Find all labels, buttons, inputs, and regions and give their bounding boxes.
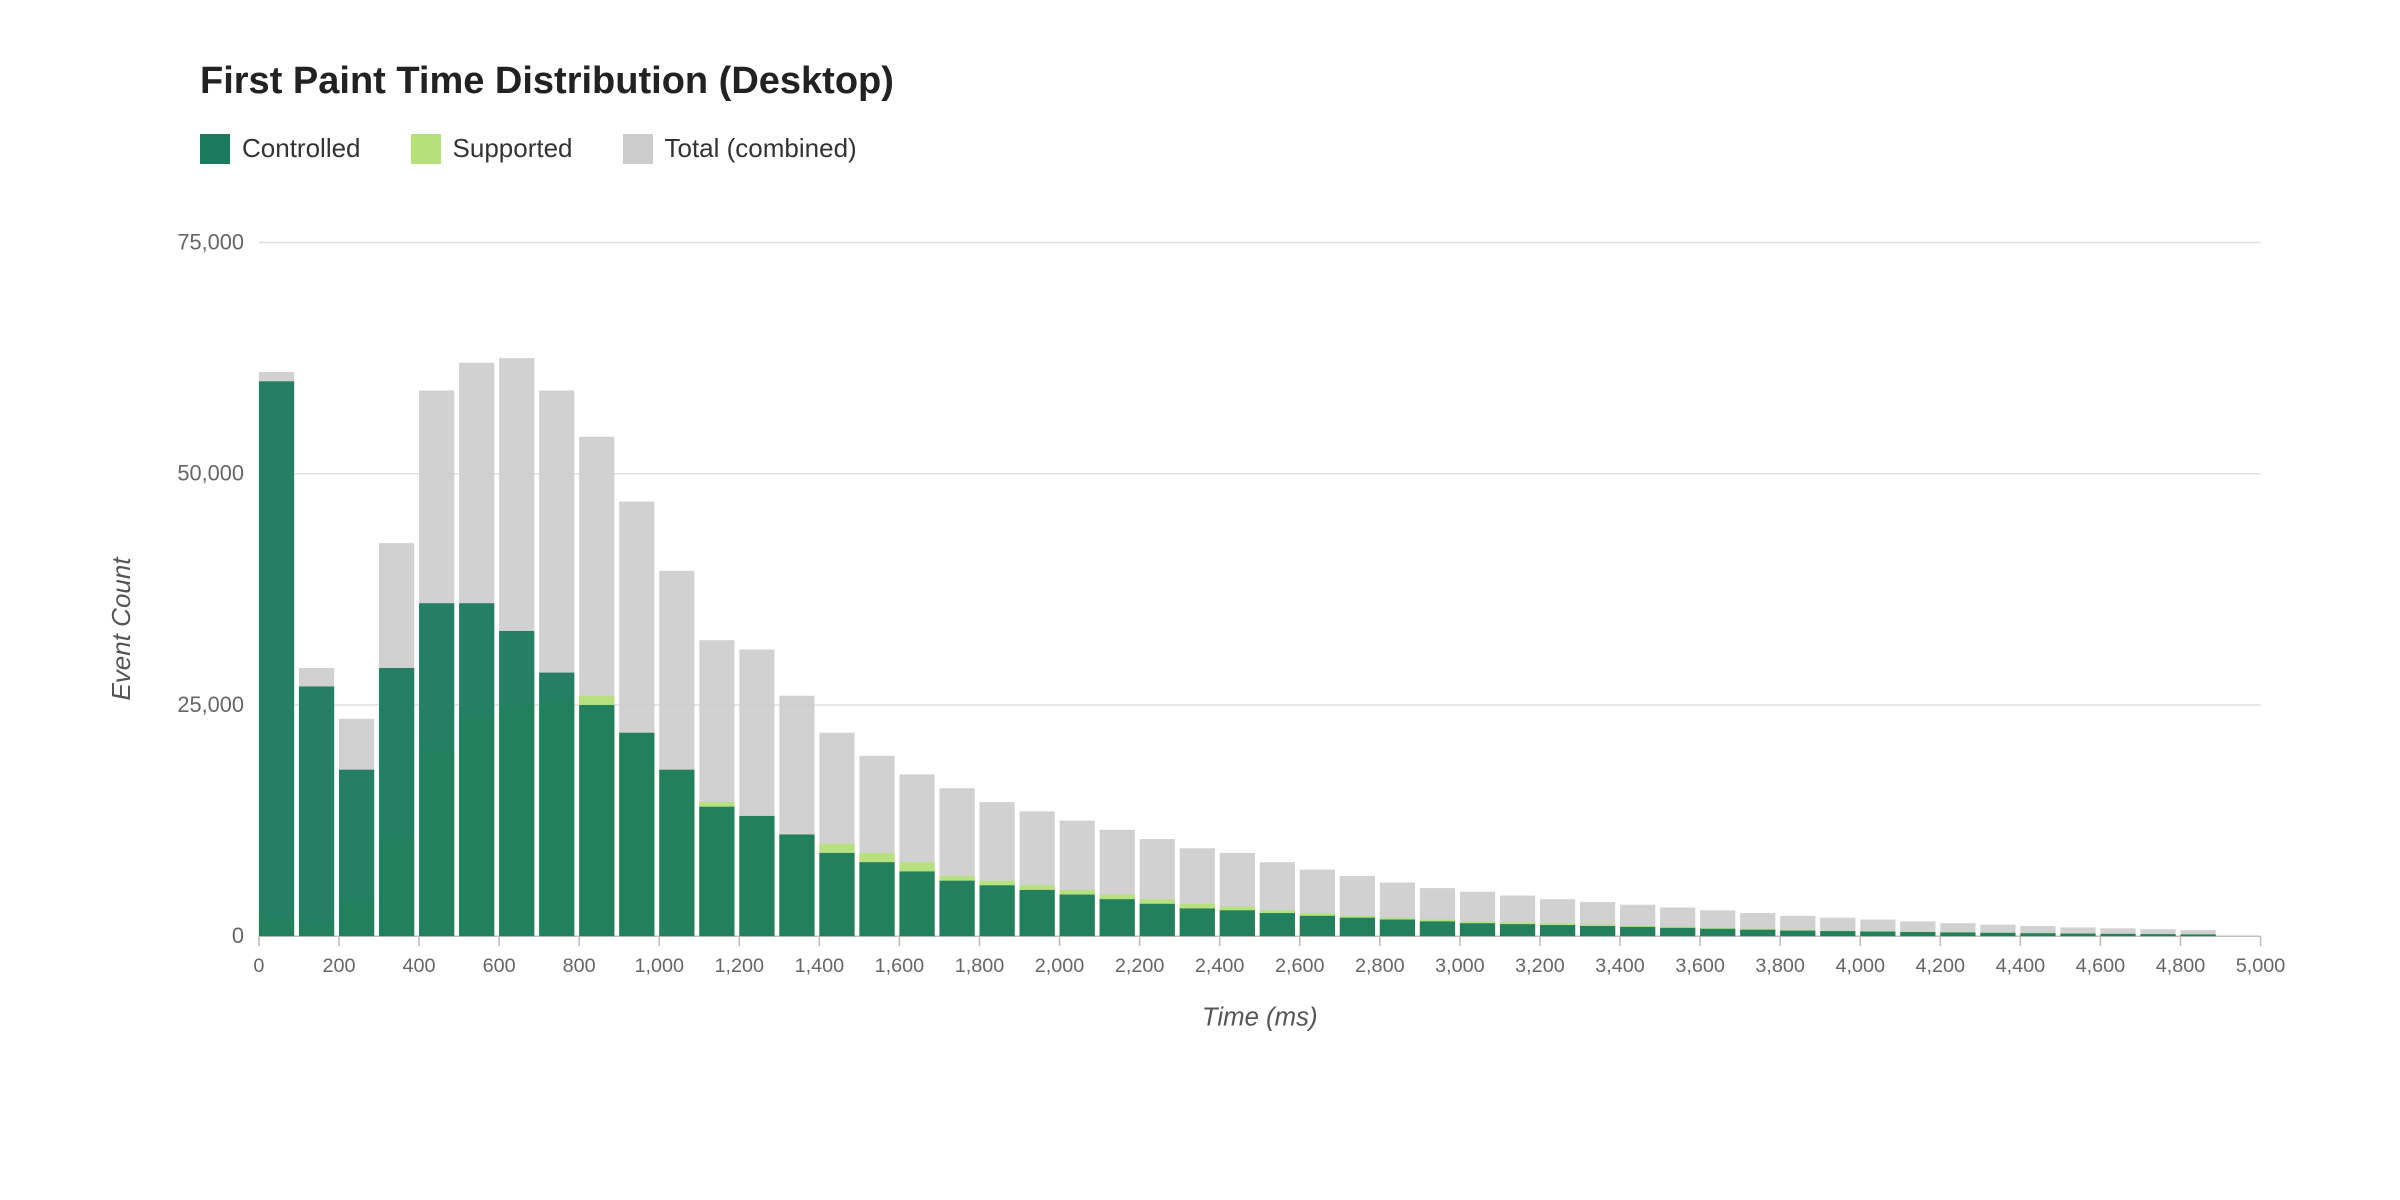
svg-text:0: 0: [232, 923, 244, 948]
svg-text:4,600: 4,600: [2076, 955, 2126, 977]
chart-title: First Paint Time Distribution (Desktop): [200, 60, 2320, 103]
legend-label-controlled: Controlled: [242, 133, 361, 164]
svg-text:600: 600: [483, 955, 516, 977]
legend-item-supported: Supported: [411, 133, 573, 164]
svg-text:1,800: 1,800: [955, 955, 1005, 977]
legend-item-total: Total (combined): [623, 133, 857, 164]
legend-swatch-total: [623, 134, 653, 164]
svg-text:25,000: 25,000: [177, 692, 244, 717]
svg-text:50,000: 50,000: [177, 461, 244, 486]
svg-text:3,600: 3,600: [1675, 955, 1725, 977]
svg-text:1,400: 1,400: [795, 955, 845, 977]
svg-text:0: 0: [253, 955, 264, 977]
chart-container: First Paint Time Distribution (Desktop) …: [0, 0, 2400, 1200]
svg-text:75,000: 75,000: [177, 229, 244, 254]
svg-text:4,200: 4,200: [1916, 955, 1966, 977]
svg-text:Time (ms): Time (ms): [1202, 1003, 1318, 1031]
svg-text:4,800: 4,800: [2156, 955, 2206, 977]
svg-text:400: 400: [403, 955, 436, 977]
svg-text:1,000: 1,000: [634, 955, 684, 977]
svg-text:800: 800: [563, 955, 596, 977]
svg-text:3,000: 3,000: [1435, 955, 1485, 977]
svg-text:3,400: 3,400: [1595, 955, 1645, 977]
svg-text:3,800: 3,800: [1755, 955, 1805, 977]
svg-text:4,000: 4,000: [1835, 955, 1885, 977]
svg-text:2,000: 2,000: [1035, 955, 1085, 977]
legend-item-controlled: Controlled: [200, 133, 361, 164]
legend-swatch-supported: [411, 134, 441, 164]
svg-text:2,400: 2,400: [1195, 955, 1245, 977]
chart-svg: 0 25,000 50,000 75,000 0 200 400 600 800 1,000 1,2…: [140, 204, 2320, 1054]
svg-text:5,000: 5,000: [2236, 955, 2286, 977]
svg-text:2,600: 2,600: [1275, 955, 1325, 977]
svg-text:3,200: 3,200: [1515, 955, 1565, 977]
y-axis-label: Event Count: [106, 557, 137, 700]
legend-label-supported: Supported: [453, 133, 573, 164]
svg-text:1,600: 1,600: [875, 955, 925, 977]
legend-label-total: Total (combined): [665, 133, 857, 164]
legend-swatch-controlled: [200, 134, 230, 164]
svg-text:2,800: 2,800: [1355, 955, 1405, 977]
svg-text:2,200: 2,200: [1115, 955, 1165, 977]
svg-text:200: 200: [322, 955, 355, 977]
svg-text:1,200: 1,200: [715, 955, 765, 977]
chart-area: Event Count 025,00050,00075,000020040060…: [140, 204, 2320, 1054]
chart-legend: Controlled Supported Total (combined): [200, 133, 2320, 164]
svg-text:4,400: 4,400: [1996, 955, 2046, 977]
